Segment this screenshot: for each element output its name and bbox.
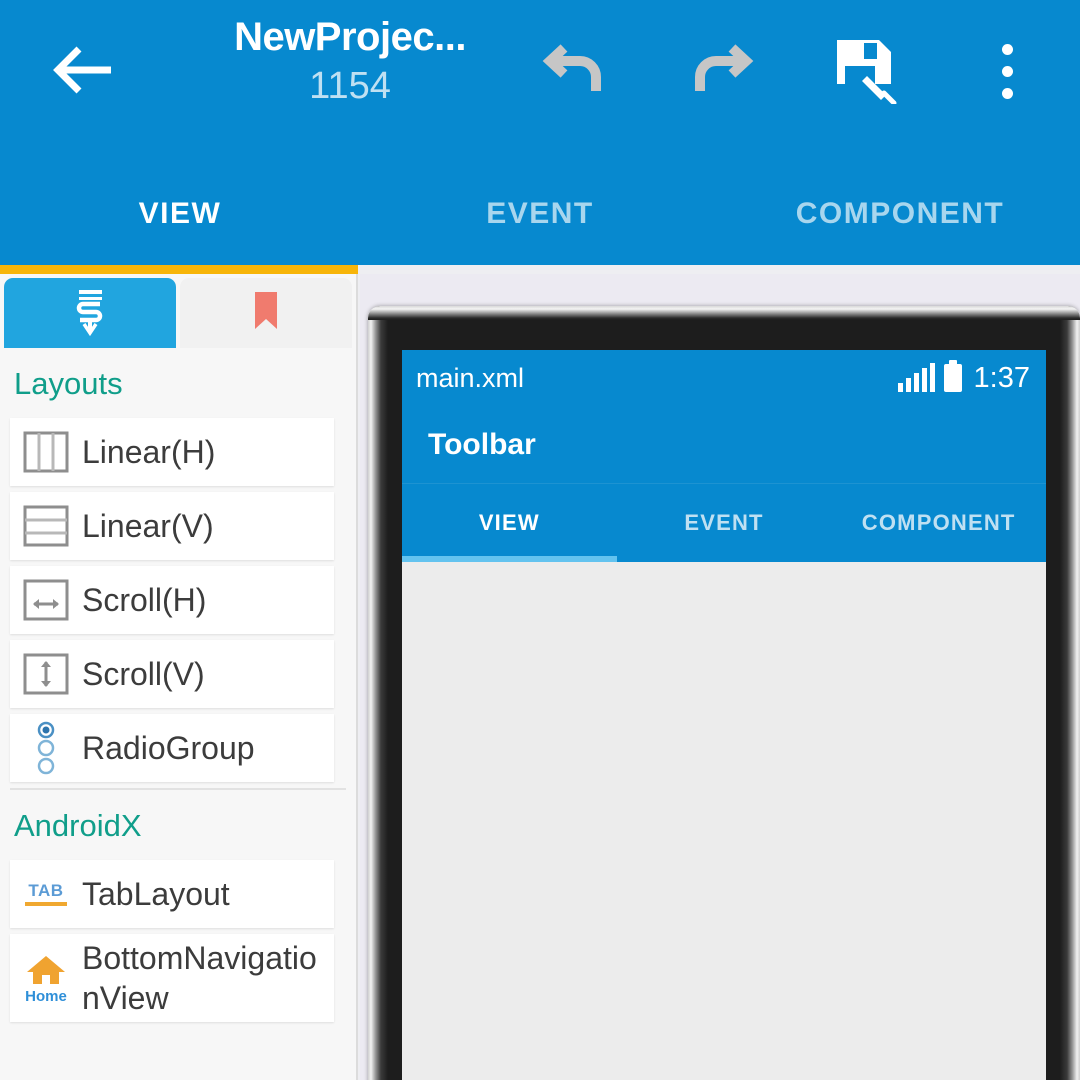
tab-component[interactable]: COMPONENT <box>720 165 1080 263</box>
palette-item-label: TabLayout <box>82 876 230 912</box>
palette-item-label: Scroll(H) <box>82 582 207 618</box>
page-title: NewProjec... <box>234 15 466 59</box>
main-tab-strip: VIEW EVENT COMPONENT <box>0 165 1080 263</box>
app-root: NewProjec... 1154 VIEW EVENT COMPONENT L… <box>0 0 1080 1080</box>
scroll-horizontal-icon <box>10 570 82 630</box>
linear-horizontal-icon <box>10 422 82 482</box>
palette-list[interactable]: Layouts Linear(H) Linear(V) Scroll(H) Sc… <box>0 348 356 1080</box>
tab-view[interactable]: VIEW <box>0 165 360 263</box>
status-indicators: 1:37 <box>897 360 1030 394</box>
palette-item-label: RadioGroup <box>82 730 255 766</box>
scroll-vertical-icon <box>10 644 82 704</box>
preview-toolbar[interactable]: Toolbar <box>402 406 1046 484</box>
phone-bezel-top <box>368 306 1080 320</box>
bottom-navigation-icon: Home <box>10 948 82 1008</box>
phone-frame: main.xml 1:37 Toolbar VIEW EVENT COMPONE… <box>368 306 1080 1080</box>
preview-tab-event[interactable]: EVENT <box>617 484 832 562</box>
palette-panel: Layouts Linear(H) Linear(V) Scroll(H) Sc… <box>0 274 358 1080</box>
overflow-icon <box>1001 43 1013 99</box>
preview-toolbar-title: Toolbar <box>428 427 536 461</box>
preview-filename: main.xml <box>416 363 525 393</box>
redo-button[interactable] <box>676 26 766 116</box>
palette-tab-widgets[interactable] <box>4 278 176 348</box>
battery-full-icon <box>943 360 962 392</box>
preview-tab-indicator <box>402 556 617 562</box>
bookmark-icon <box>249 289 283 338</box>
preview-content-area[interactable] <box>402 562 1046 1080</box>
undo-icon <box>540 38 610 105</box>
palette-item-label: Linear(H) <box>82 434 216 470</box>
preview-tab-component[interactable]: COMPONENT <box>831 484 1046 562</box>
phone-screen[interactable]: main.xml 1:37 Toolbar VIEW EVENT COMPONE… <box>402 350 1046 1080</box>
palette-item-scroll-v[interactable]: Scroll(V) <box>10 640 334 708</box>
app-bar-row: NewProjec... 1154 <box>0 0 1080 150</box>
palette-item-linear-h[interactable]: Linear(H) <box>10 418 334 486</box>
radio-group-icon <box>10 718 82 778</box>
arrow-left-icon <box>53 45 115 95</box>
palette-tab-bar <box>0 274 356 348</box>
palette-item-tablayout[interactable]: TAB TabLayout <box>10 860 334 928</box>
save-icon <box>831 34 899 109</box>
preview-tab-view[interactable]: VIEW <box>402 484 617 562</box>
palette-item-label: Linear(V) <box>82 508 214 544</box>
palette-item-scroll-h[interactable]: Scroll(H) <box>10 566 334 634</box>
tab-layout-icon: TAB <box>10 864 82 924</box>
overflow-menu-button[interactable] <box>962 26 1052 116</box>
palette-item-label: Scroll(V) <box>82 656 205 692</box>
tab-event[interactable]: EVENT <box>360 165 720 263</box>
preview-status-bar: main.xml 1:37 <box>402 350 1046 406</box>
palette-group-title-layouts: Layouts <box>14 366 123 401</box>
palette-tab-bookmarks[interactable] <box>180 278 352 348</box>
back-button[interactable] <box>38 30 130 110</box>
widget-palette-icon <box>69 286 111 341</box>
page-subtitle: 1154 <box>309 65 391 107</box>
linear-vertical-icon <box>10 496 82 556</box>
design-canvas[interactable]: main.xml 1:37 Toolbar VIEW EVENT COMPONE… <box>360 274 1080 1080</box>
undo-button[interactable] <box>530 26 620 116</box>
signal-bars-icon <box>897 363 935 392</box>
redo-icon <box>686 38 756 105</box>
palette-item-linear-v[interactable]: Linear(V) <box>10 492 334 560</box>
preview-tab-layout[interactable]: VIEW EVENT COMPONENT <box>402 484 1046 562</box>
palette-item-bottomnavigationview[interactable]: Home BottomNavigationView <box>10 934 334 1022</box>
palette-item-label: BottomNavigationView <box>82 940 317 1016</box>
save-button[interactable] <box>820 26 910 116</box>
app-bar: NewProjec... 1154 VIEW EVENT COMPONENT <box>0 0 1080 265</box>
palette-group-title-androidx: AndroidX <box>14 808 142 843</box>
preview-clock: 1:37 <box>973 362 1030 394</box>
title-block: NewProjec... 1154 <box>200 12 500 110</box>
palette-item-radiogroup[interactable]: RadioGroup <box>10 714 334 782</box>
accent-divider <box>0 265 358 274</box>
